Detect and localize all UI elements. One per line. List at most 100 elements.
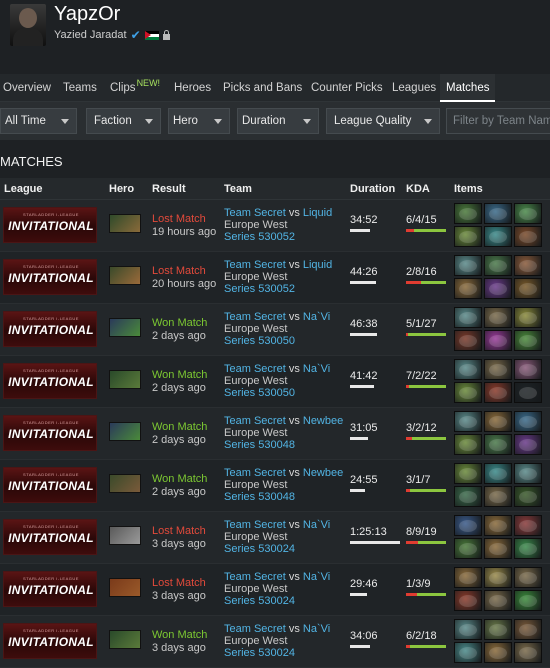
item-icon[interactable] xyxy=(484,382,512,403)
item-icon[interactable] xyxy=(484,538,512,559)
item-icon[interactable] xyxy=(484,307,512,328)
hero-portrait[interactable] xyxy=(109,370,141,389)
item-icon[interactable] xyxy=(484,463,512,484)
col-items[interactable]: Items xyxy=(454,183,483,195)
opponent-link[interactable]: Liquid xyxy=(303,259,332,271)
item-icon[interactable] xyxy=(514,226,542,247)
opponent-link[interactable]: Newbee xyxy=(303,415,343,427)
series-link[interactable]: Series 530048 xyxy=(224,491,343,503)
item-icon[interactable] xyxy=(514,382,542,403)
item-icon[interactable] xyxy=(454,203,482,224)
team-link[interactable]: Team Secret xyxy=(224,311,286,323)
item-icon[interactable] xyxy=(484,330,512,351)
item-icon[interactable] xyxy=(454,307,482,328)
item-icon[interactable] xyxy=(454,330,482,351)
team-link[interactable]: Team Secret xyxy=(224,207,286,219)
tab-clips[interactable]: ClipsNEW! xyxy=(110,74,160,102)
item-icon[interactable] xyxy=(484,590,512,611)
table-row[interactable]: STARLADDER I-LEAGUE INVITATIONAL Lost Matc… xyxy=(0,200,550,252)
opponent-link[interactable]: Na`Vi xyxy=(303,519,330,531)
hero-portrait[interactable] xyxy=(109,578,141,597)
match-result-link[interactable]: Won Match xyxy=(152,473,207,486)
opponent-link[interactable]: Liquid xyxy=(303,207,332,219)
item-icon[interactable] xyxy=(514,278,542,299)
match-result-link[interactable]: Lost Match xyxy=(152,265,216,278)
series-link[interactable]: Series 530024 xyxy=(224,647,330,659)
item-icon[interactable] xyxy=(514,567,542,588)
item-icon[interactable] xyxy=(454,434,482,455)
league-banner[interactable]: STARLADDER I-LEAGUE INVITATIONAL xyxy=(3,259,97,295)
col-hero[interactable]: Hero xyxy=(109,183,134,195)
team-link[interactable]: Team Secret xyxy=(224,415,286,427)
item-icon[interactable] xyxy=(514,515,542,536)
faction-filter-dropdown[interactable]: Faction xyxy=(86,108,161,134)
table-row[interactable]: STARLADDER I-LEAGUE INVITATIONAL Won Match… xyxy=(0,408,550,460)
item-icon[interactable] xyxy=(484,411,512,432)
col-result[interactable]: Result xyxy=(152,183,186,195)
series-link[interactable]: Series 530024 xyxy=(224,543,330,555)
match-result-link[interactable]: Won Match xyxy=(152,369,207,382)
series-link[interactable]: Series 530048 xyxy=(224,439,343,451)
series-link[interactable]: Series 530052 xyxy=(224,283,332,295)
tab-matches[interactable]: Matches xyxy=(440,74,496,102)
hero-portrait[interactable] xyxy=(109,214,141,233)
match-result-link[interactable]: Won Match xyxy=(152,317,207,330)
league-banner[interactable]: STARLADDER I-LEAGUE INVITATIONAL xyxy=(3,519,97,555)
col-kda[interactable]: KDA xyxy=(406,183,430,195)
tab-counter-picks[interactable]: Counter Picks xyxy=(311,74,383,102)
duration-filter-dropdown[interactable]: Duration xyxy=(237,108,319,134)
item-icon[interactable] xyxy=(514,330,542,351)
item-icon[interactable] xyxy=(454,642,482,663)
hero-portrait[interactable] xyxy=(109,474,141,493)
hero-portrait[interactable] xyxy=(109,422,141,441)
col-team[interactable]: Team xyxy=(224,183,252,195)
tab-picks-and-bans[interactable]: Picks and Bans xyxy=(223,74,302,102)
league-banner[interactable]: STARLADDER I-LEAGUE INVITATIONAL xyxy=(3,623,97,659)
series-link[interactable]: Series 530050 xyxy=(224,387,330,399)
league-banner[interactable]: STARLADDER I-LEAGUE INVITATIONAL xyxy=(3,311,97,347)
col-league[interactable]: League xyxy=(4,183,43,195)
item-icon[interactable] xyxy=(484,226,512,247)
opponent-link[interactable]: Newbee xyxy=(303,467,343,479)
item-icon[interactable] xyxy=(454,359,482,380)
league-banner[interactable]: STARLADDER I-LEAGUE INVITATIONAL xyxy=(3,207,97,243)
item-icon[interactable] xyxy=(454,567,482,588)
time-filter-dropdown[interactable]: All Time xyxy=(0,108,77,134)
league-quality-filter-dropdown[interactable]: League Quality xyxy=(326,108,440,134)
table-row[interactable]: STARLADDER I-LEAGUE INVITATIONAL Won Match… xyxy=(0,304,550,356)
item-icon[interactable] xyxy=(454,619,482,640)
match-result-link[interactable]: Lost Match xyxy=(152,577,206,590)
item-icon[interactable] xyxy=(484,359,512,380)
table-row[interactable]: STARLADDER I-LEAGUE INVITATIONAL Lost Matc… xyxy=(0,512,550,564)
item-icon[interactable] xyxy=(514,203,542,224)
team-link[interactable]: Team Secret xyxy=(224,467,286,479)
item-icon[interactable] xyxy=(454,515,482,536)
item-icon[interactable] xyxy=(514,590,542,611)
item-icon[interactable] xyxy=(514,307,542,328)
col-duration[interactable]: Duration xyxy=(350,183,395,195)
team-link[interactable]: Team Secret xyxy=(224,363,286,375)
table-row[interactable]: STARLADDER I-LEAGUE INVITATIONAL Won Match… xyxy=(0,356,550,408)
item-icon[interactable] xyxy=(454,486,482,507)
opponent-link[interactable]: Na`Vi xyxy=(303,363,330,375)
team-link[interactable]: Team Secret xyxy=(224,571,286,583)
item-icon[interactable] xyxy=(484,434,512,455)
team-name-search-input[interactable] xyxy=(446,108,550,134)
league-banner[interactable]: STARLADDER I-LEAGUE INVITATIONAL xyxy=(3,571,97,607)
item-icon[interactable] xyxy=(484,619,512,640)
series-link[interactable]: Series 530024 xyxy=(224,595,330,607)
match-result-link[interactable]: Lost Match xyxy=(152,525,206,538)
hero-filter-dropdown[interactable]: Hero xyxy=(168,108,230,134)
item-icon[interactable] xyxy=(484,486,512,507)
table-row[interactable]: STARLADDER I-LEAGUE INVITATIONAL Lost Matc… xyxy=(0,564,550,616)
item-icon[interactable] xyxy=(514,434,542,455)
hero-portrait[interactable] xyxy=(109,318,141,337)
table-row[interactable]: STARLADDER I-LEAGUE INVITATIONAL Lost Matc… xyxy=(0,252,550,304)
team-link[interactable]: Team Secret xyxy=(224,623,286,635)
match-result-link[interactable]: Lost Match xyxy=(152,213,216,226)
tab-heroes[interactable]: Heroes xyxy=(174,74,211,102)
match-result-link[interactable]: Won Match xyxy=(152,421,207,434)
hero-portrait[interactable] xyxy=(109,630,141,649)
item-icon[interactable] xyxy=(514,538,542,559)
opponent-link[interactable]: Na`Vi xyxy=(303,311,330,323)
